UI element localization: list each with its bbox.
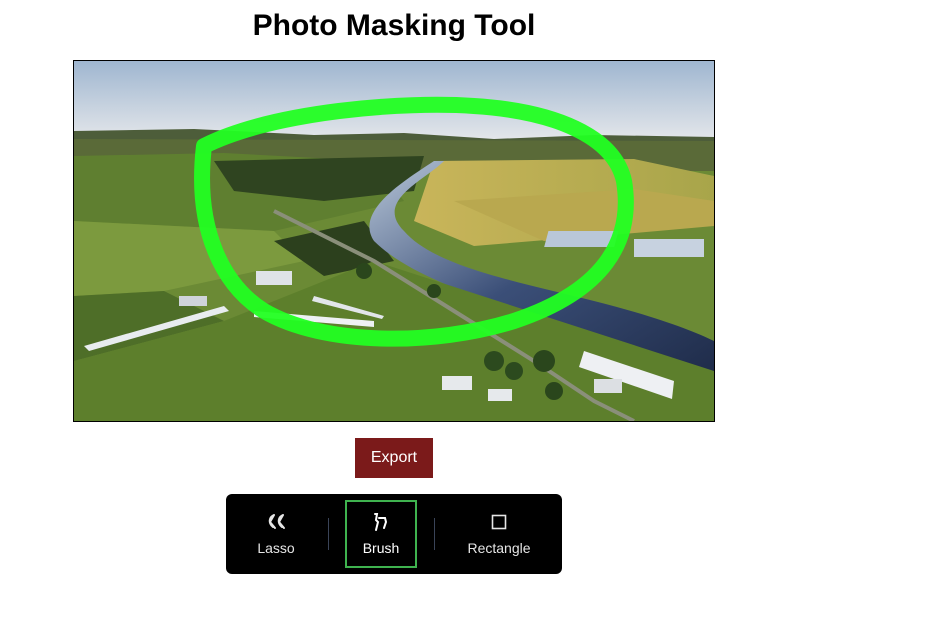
tool-brush[interactable]: Brush — [345, 500, 417, 568]
tool-lasso-label: Lasso — [257, 540, 295, 556]
page: Photo Masking Tool Export Lasso Brush Re… — [0, 0, 945, 629]
tool-palette: Lasso Brush Rectangle — [226, 494, 562, 574]
toolbar-divider — [434, 518, 435, 550]
tool-lasso[interactable]: Lasso — [240, 500, 312, 568]
tool-rectangle-label: Rectangle — [467, 540, 531, 556]
export-button[interactable]: Export — [355, 438, 433, 478]
brush-icon — [347, 512, 415, 532]
lasso-icon — [240, 512, 312, 532]
tool-brush-label: Brush — [362, 540, 400, 556]
toolbar-divider — [328, 518, 329, 550]
tool-rectangle[interactable]: Rectangle — [448, 500, 550, 568]
page-title: Photo Masking Tool — [252, 9, 536, 42]
photo-canvas[interactable] — [73, 60, 715, 422]
landscape-photo — [74, 61, 714, 421]
rectangle-icon — [448, 512, 550, 532]
